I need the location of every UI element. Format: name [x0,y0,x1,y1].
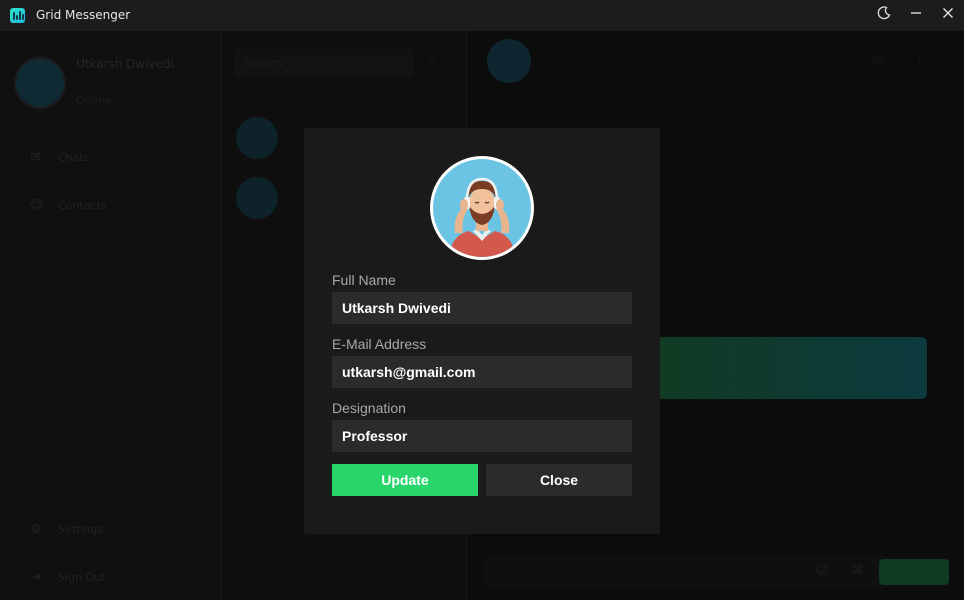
sidebar-item-label: Chats [58,151,90,164]
message-composer[interactable]: ☺ ⌘ [485,555,945,589]
close-icon[interactable] [939,6,957,24]
avatar [14,57,66,109]
avatar [236,117,278,159]
sidebar: Utkarsh Dwivedi Online ✉ Chats ☺ Contact… [0,31,222,600]
title-bar: Grid Messenger [0,0,964,31]
chat-icon: ✉ [30,150,41,165]
logout-icon: ⇥ [30,570,41,585]
sidebar-item-settings[interactable]: ⚙ Settings [16,511,206,547]
app-title: Grid Messenger [36,8,131,22]
user-avatar-icon [430,156,534,260]
send-button[interactable] [879,559,949,585]
sidebar-item-contacts[interactable]: ☺ Contacts [16,187,206,223]
search-icon[interactable]: ⌕ [428,53,435,68]
message-bubble [657,337,927,399]
menu-icon[interactable]: ⋮ [913,51,927,67]
designation-label: Designation [332,400,406,416]
search-input[interactable]: Search [234,49,414,77]
sidebar-item-chats[interactable]: ✉ Chats [16,139,206,175]
sidebar-user-status: Online [76,94,112,107]
sidebar-item-sign-out[interactable]: ⇥ Sign Out [16,559,206,595]
avatar [487,39,531,83]
sidebar-item-label: Contacts [58,199,107,212]
gear-icon: ⚙ [30,522,42,537]
email-field[interactable] [332,356,632,388]
full-name-label: Full Name [332,272,396,288]
moon-icon[interactable] [875,6,893,24]
email-label: E-Mail Address [332,336,427,352]
contacts-icon: ☺ [30,198,44,213]
sidebar-user-name: Utkarsh Dwivedi [76,57,175,71]
sidebar-item-label: Settings [58,523,104,536]
user-avatar-illustration [433,159,531,257]
profile-dialog: Full Name E-Mail Address Designation Upd… [304,128,660,534]
update-button[interactable]: Update [332,464,478,496]
minimize-icon[interactable] [907,6,925,24]
close-button[interactable]: Close [486,464,632,496]
avatar [236,177,278,219]
call-icon[interactable]: ☏ [869,51,887,67]
emoji-icon[interactable]: ☺ [815,563,829,578]
sidebar-item-label: Sign Out [58,571,106,584]
full-name-field[interactable] [332,292,632,324]
app-logo-icon [10,8,25,23]
attach-icon[interactable]: ⌘ [851,563,864,578]
designation-field[interactable] [332,420,632,452]
